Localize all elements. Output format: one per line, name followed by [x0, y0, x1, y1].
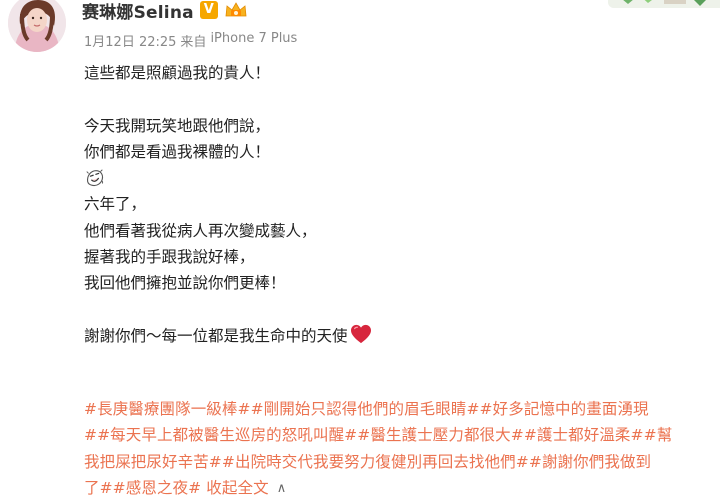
post-line: 你們都是看過我裸體的人！	[84, 142, 271, 161]
avatar[interactable]	[8, 0, 66, 52]
post-header: 赛琳娜Selina V	[82, 0, 248, 23]
source-prefix: 来自	[180, 35, 207, 50]
post-line-with-heart: 謝謝你們～每一位都是我生命中的天使	[84, 323, 714, 349]
hashtag-last-line: 了##感恩之夜# 收起全文 ∧	[84, 475, 720, 501]
red-heart-icon	[350, 324, 371, 344]
hashtag-line[interactable]: ##每天早上都被醫生巡房的怒吼叫醒##醫生護士壓力都很大##護士都好溫柔##幫	[84, 422, 720, 448]
username[interactable]: 赛琳娜Selina	[82, 0, 194, 23]
post-line: 謝謝你們～每一位都是我生命中的天使	[84, 326, 348, 345]
hashtag-line[interactable]: 了##感恩之夜#	[84, 479, 201, 497]
post-source[interactable]: iPhone 7 Plus	[210, 31, 297, 50]
hashtag-line[interactable]: #長庚醫療團隊一級棒##剛開始只認得他們的眉毛眼睛##好多記憶中的畫面湧現	[84, 396, 720, 422]
post-text: 這些都是照顧過我的貴人！ 今天我開玩笑地跟他們說， 你們都是看過我裸體的人！ 六…	[84, 60, 714, 349]
post-line: 今天我開玩笑地跟他們說，	[84, 116, 271, 135]
post-line: 六年了，	[84, 195, 147, 214]
hashtag-line[interactable]: 我把屎把尿好辛苦##出院時交代我要努力復健別再回去找他們##謝謝你們我做到	[84, 449, 720, 475]
hashtag-block: #長庚醫療團隊一級棒##剛開始只認得他們的眉毛眼睛##好多記憶中的畫面湧現 ##…	[84, 396, 720, 501]
post-line: 這些都是照顧過我的貴人！	[84, 64, 271, 82]
post-line: 我回他們擁抱並說你們更棒！	[84, 274, 286, 293]
collapse-button[interactable]: 收起全文 ∧	[206, 479, 286, 497]
post-meta: 1月12日 22:25 来自 iPhone 7 Plus	[84, 31, 297, 50]
laughing-face-emoji-icon	[84, 165, 714, 191]
post-line: 握著我的手跟我說好棒，	[84, 248, 255, 267]
post-timestamp[interactable]: 1月12日 22:25	[84, 31, 176, 50]
post-line: 他們看著我從病人再次變成藝人，	[84, 221, 317, 240]
vip-crown-icon	[224, 1, 248, 19]
weibo-post: 赛琳娜Selina V 1月12日 22:25 来自 iPhone 7 Plus…	[0, 0, 720, 501]
verified-icon: V	[199, 1, 218, 19]
chevron-up-icon: ∧	[276, 480, 287, 496]
header-thumbnail	[608, 0, 720, 8]
collapse-label: 收起全文	[206, 478, 269, 497]
avatar-image	[8, 0, 66, 52]
